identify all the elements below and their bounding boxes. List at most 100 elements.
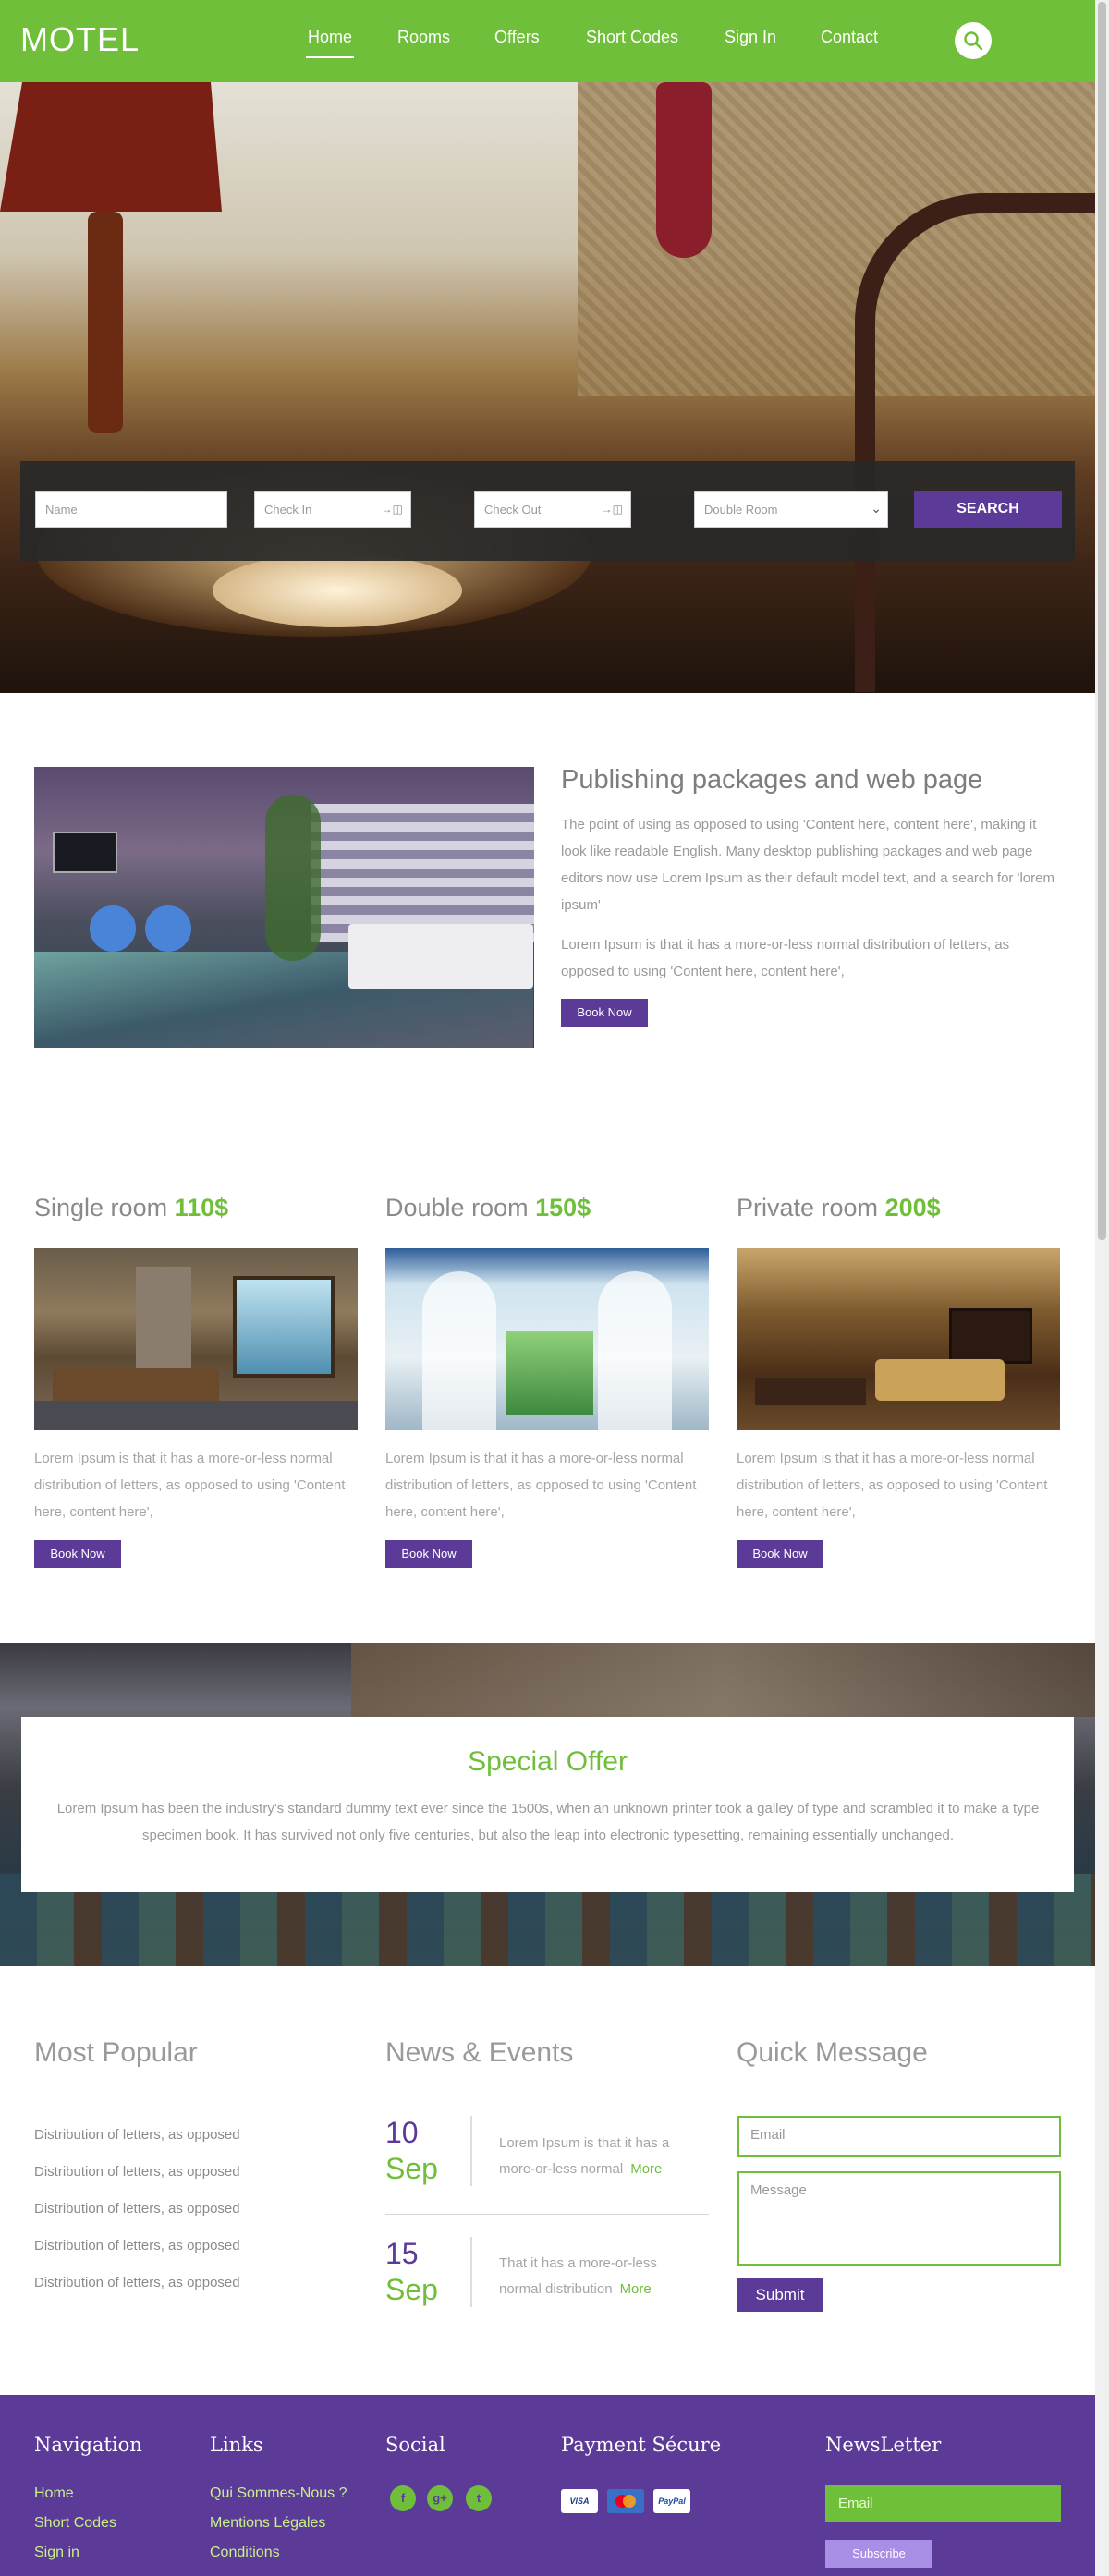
main-nav: Home Rooms Offers Short Codes Sign In Co…: [0, 28, 1095, 65]
footer-social-title: Social: [385, 2434, 445, 2456]
footer-links-title: Links: [210, 2434, 263, 2456]
room-type-select[interactable]: Double Room ⌄: [694, 491, 888, 528]
curtain: [598, 1271, 672, 1430]
news-more-link[interactable]: More: [620, 2281, 652, 2297]
room-description: Lorem Ipsum is that it has a more-or-les…: [34, 1451, 346, 1520]
footer: Navigation Home Short Codes Sign in Link…: [0, 2395, 1095, 2576]
single-room-image: [34, 1248, 358, 1430]
about-paragraph-1: The point of using as opposed to using '…: [561, 817, 1054, 913]
footer-link-home[interactable]: Home: [34, 2485, 74, 2502]
booking-form: Name Check In →◫ Check Out →◫ Double Roo…: [20, 461, 1075, 561]
room-name: Single room: [34, 1194, 168, 1221]
facebook-icon[interactable]: f: [390, 2485, 416, 2511]
header: MOTEL Home Rooms Offers Short Codes Sign…: [0, 0, 1095, 82]
scrollbar-thumb[interactable]: [1098, 2, 1106, 1240]
bed: [348, 924, 533, 989]
hero-lamp-stem: [88, 212, 123, 433]
twitter-icon[interactable]: t: [466, 2485, 492, 2511]
room-price: 110$: [174, 1194, 229, 1221]
chevron-down-icon: ⌄: [871, 501, 882, 516]
striped-wall: [311, 804, 534, 942]
book-now-button-double[interactable]: Book Now: [385, 1540, 472, 1568]
curtain: [422, 1271, 496, 1430]
mastercard-icon: [607, 2489, 644, 2513]
footer-payment-title: Payment Sécure: [561, 2434, 722, 2456]
footer-link-legal[interactable]: Mentions Légales: [210, 2515, 325, 2532]
news-separator: [385, 2214, 709, 2215]
footer-link-short-codes[interactable]: Short Codes: [34, 2515, 116, 2532]
room-name: Private room: [737, 1194, 879, 1221]
nav-rooms[interactable]: Rooms: [397, 28, 450, 47]
special-offer-text: Lorem Ipsum has been the industry's stan…: [56, 1801, 1040, 1843]
popular-item[interactable]: Distribution of letters, as opposed: [34, 2164, 240, 2180]
calendar-icon[interactable]: →◫: [602, 503, 623, 516]
nav-short-codes[interactable]: Short Codes: [586, 28, 678, 47]
book-now-button-private[interactable]: Book Now: [737, 1540, 823, 1568]
calendar-icon[interactable]: →◫: [382, 503, 403, 516]
footer-navigation-title: Navigation: [34, 2434, 142, 2456]
news-events-title: News & Events: [385, 2037, 574, 2068]
indoor-tree: [265, 795, 321, 961]
room-price: 150$: [535, 1194, 591, 1221]
page-scrollbar[interactable]: [1095, 0, 1109, 2576]
check-out-input[interactable]: Check Out →◫: [474, 491, 631, 528]
floor: [34, 1401, 358, 1430]
check-in-placeholder: Check In: [264, 503, 312, 516]
name-input[interactable]: Name: [35, 491, 227, 528]
garden-window: [506, 1331, 593, 1415]
popular-item[interactable]: Distribution of letters, as opposed: [34, 2127, 240, 2143]
message-field[interactable]: Message: [737, 2171, 1061, 2266]
nav-contact[interactable]: Contact: [821, 28, 878, 47]
special-offer-box: Special Offer Lorem Ipsum has been the i…: [21, 1717, 1074, 1892]
news-divider: [470, 2237, 472, 2307]
room-type-value: Double Room: [704, 503, 778, 516]
footer-link-sign-in[interactable]: Sign in: [34, 2545, 79, 2561]
hero-chair: [855, 193, 1095, 692]
ceiling-beam: [351, 1643, 1095, 1717]
footer-link-about[interactable]: Qui Sommes-Nous ?: [210, 2485, 347, 2502]
news-more-link[interactable]: More: [630, 2161, 662, 2177]
popular-item[interactable]: Distribution of letters, as opposed: [34, 2201, 240, 2217]
check-out-placeholder: Check Out: [484, 503, 542, 516]
book-now-button[interactable]: Book Now: [561, 999, 648, 1027]
room-description: Lorem Ipsum is that it has a more-or-les…: [385, 1451, 697, 1520]
most-popular-title: Most Popular: [34, 2037, 198, 2068]
book-now-button-single[interactable]: Book Now: [34, 1540, 121, 1568]
bar-chair: [145, 905, 191, 952]
google-plus-icon[interactable]: g+: [427, 2485, 453, 2511]
room-title-double: Double room 150$: [385, 1194, 591, 1222]
tv: [949, 1308, 1032, 1364]
nav-home[interactable]: Home: [305, 28, 355, 58]
room-title-single: Single room 110$: [34, 1194, 228, 1222]
newsletter-email-field[interactable]: Email: [825, 2485, 1061, 2522]
nav-sign-in[interactable]: Sign In: [725, 28, 776, 47]
private-room-image: [737, 1248, 1060, 1430]
news-month: Sep: [385, 2152, 438, 2185]
news-month: Sep: [385, 2273, 438, 2306]
paypal-icon: PayPal: [653, 2489, 690, 2513]
search-button[interactable]: [955, 22, 992, 59]
email-field[interactable]: Email: [737, 2116, 1061, 2157]
subscribe-button[interactable]: Subscribe: [825, 2540, 932, 2568]
submit-button[interactable]: Submit: [737, 2278, 823, 2312]
hero-napkin: [656, 82, 712, 258]
nav-offers[interactable]: Offers: [494, 28, 540, 47]
popular-item[interactable]: Distribution of letters, as opposed: [34, 2238, 240, 2254]
bar-chair: [90, 905, 136, 952]
quick-message-title: Quick Message: [737, 2037, 928, 2068]
tv: [53, 832, 117, 873]
special-offer-title: Special Offer: [468, 1746, 628, 1777]
search-icon: [964, 31, 983, 51]
news-text: That it has a more-or-less normal distri…: [499, 2251, 702, 2303]
news-day: 15: [385, 2237, 419, 2270]
footer-link-conditions[interactable]: Conditions: [210, 2545, 280, 2561]
sofa: [875, 1359, 1005, 1401]
search-submit-button[interactable]: SEARCH: [914, 491, 1062, 528]
room-title-private: Private room 200$: [737, 1194, 941, 1222]
news-text: Lorem Ipsum is that it has a more-or-les…: [499, 2131, 702, 2182]
popular-item[interactable]: Distribution of letters, as opposed: [34, 2275, 240, 2290]
about-room-image: [34, 767, 534, 1048]
news-day: 10: [385, 2116, 419, 2149]
about-title: Publishing packages and web page: [561, 765, 983, 795]
check-in-input[interactable]: Check In →◫: [254, 491, 411, 528]
